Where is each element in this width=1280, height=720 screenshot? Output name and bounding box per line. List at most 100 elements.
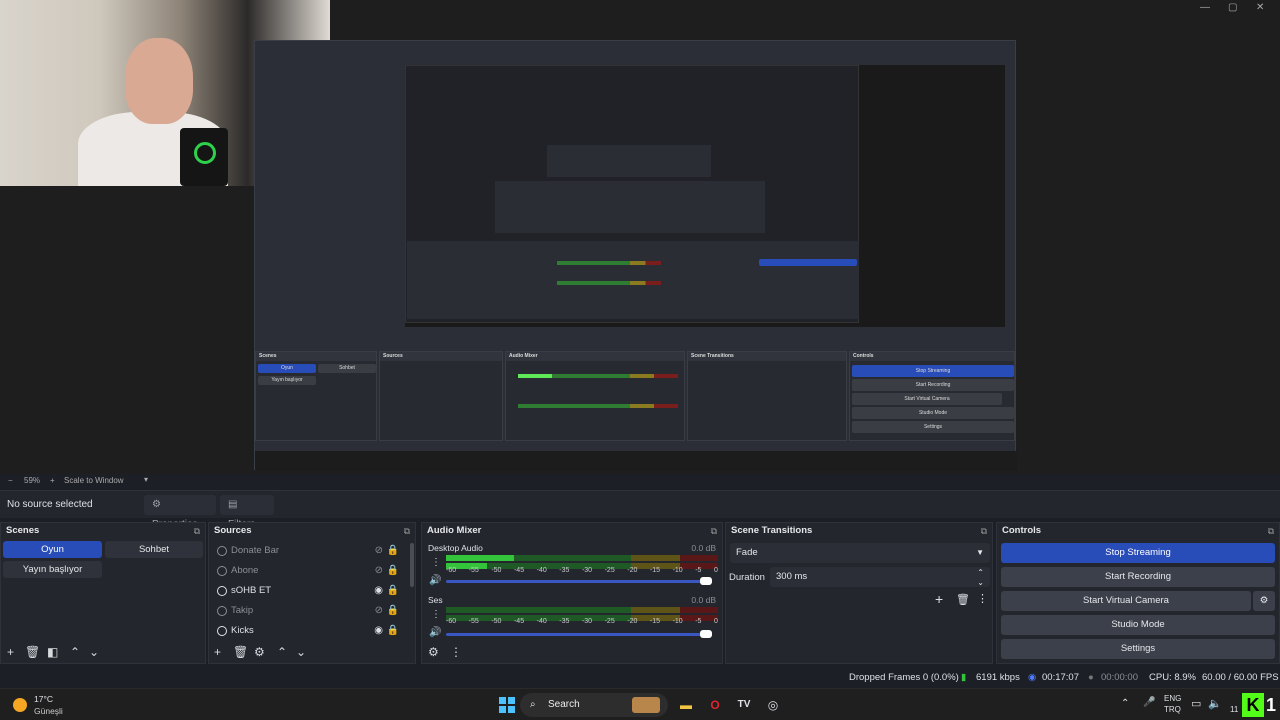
windows-start-icon[interactable] [498, 696, 516, 714]
eye-icon[interactable]: ◉ [374, 622, 383, 640]
gear-icon[interactable]: ⚙ [254, 645, 265, 659]
weather-desc[interactable]: Güneşli [34, 706, 63, 716]
zoom-mode-select[interactable]: Scale to Window [64, 476, 124, 485]
meter-tick: -20 [627, 618, 638, 625]
kebab-menu-icon[interactable]: ⋮ [431, 557, 441, 568]
trash-icon[interactable]: 🗑 [233, 645, 248, 659]
start-virtual-camera-button[interactable]: Start Virtual Camera [1001, 591, 1251, 611]
lock-icon[interactable]: 🔒 [387, 602, 399, 620]
eye-off-icon[interactable]: ⊘ [375, 562, 383, 580]
search-icon: ⌕ [530, 699, 536, 710]
gear-icon[interactable]: ⚙ [428, 645, 439, 659]
kebab-menu-icon[interactable]: ⋮ [977, 592, 988, 605]
source-row[interactable]: Takip ⊘ 🔒 [217, 602, 409, 620]
undock-icon[interactable]: ⧉ [1268, 523, 1274, 539]
scene-sohbet[interactable]: Sohbet [105, 541, 203, 558]
filters-button[interactable]: ▤ Filters [220, 495, 274, 530]
move-down-icon[interactable]: ⌄ [296, 645, 306, 659]
start-recording-button[interactable]: Start Recording [1001, 567, 1275, 587]
zoom-out-button[interactable]: − [8, 476, 13, 485]
speaker-icon[interactable]: 🔊 [429, 627, 441, 638]
undock-icon[interactable]: ⧉ [194, 523, 200, 539]
language-top[interactable]: ENG [1164, 694, 1181, 703]
source-row[interactable]: Abone ⊘ 🔒 [217, 562, 409, 580]
source-row[interactable]: Kicks ◉ 🔒 [217, 622, 409, 640]
eye-off-icon[interactable]: ⊘ [375, 542, 383, 560]
kebab-menu-icon[interactable]: ⋮ [450, 645, 462, 659]
source-row[interactable]: sOHB ET ◉ 🔒 [217, 582, 409, 600]
channel-name: Ses [428, 595, 443, 605]
undock-icon[interactable]: ⧉ [981, 523, 987, 539]
maximize-button[interactable]: ▢ [1228, 2, 1237, 13]
meter-tick: -35 [559, 618, 570, 625]
settings-button[interactable]: Settings [1001, 639, 1275, 659]
speaker-icon[interactable]: 🔊 [429, 575, 441, 586]
search-label: Search [548, 699, 580, 710]
lock-icon[interactable]: 🔒 [387, 622, 399, 640]
add-icon[interactable]: + [214, 645, 221, 659]
meter-ticks: -60 -55 -50 -45 -40 -35 -30 -25 -20 -15 -10 -5 0 [446, 618, 718, 625]
network-icon[interactable]: ▭ [1191, 697, 1201, 710]
chevron-up-icon[interactable]: ⌃ [1121, 698, 1129, 709]
taskbar-search[interactable]: ⌕ Search [520, 693, 668, 717]
volume-slider[interactable] [446, 577, 712, 585]
meter-tick: -15 [649, 567, 661, 574]
trash-icon[interactable]: 🗑 [25, 645, 40, 659]
source-toolbar: No source selected ⚙ Properties ▤ Filter… [0, 490, 1280, 530]
duration-spinbox[interactable]: 300 ms ⌃ ⌄ [770, 567, 990, 587]
undock-icon[interactable]: ⧉ [404, 523, 410, 539]
eye-off-icon[interactable]: ⊘ [375, 602, 383, 620]
eye-icon[interactable]: ◉ [374, 582, 383, 600]
lock-icon[interactable]: 🔒 [387, 562, 399, 580]
scene-oyun[interactable]: Oyun [3, 541, 102, 558]
move-up-icon[interactable]: ⌃ [277, 645, 287, 659]
meter-tick: -30 [581, 618, 593, 625]
virtual-camera-settings-button[interactable]: ⚙ [1253, 591, 1275, 611]
scrollbar[interactable] [410, 543, 414, 587]
volume-handle[interactable] [700, 577, 712, 585]
obs-icon[interactable]: ◎ [764, 696, 782, 714]
transition-select[interactable]: Fade ▼ [730, 543, 990, 563]
meter-tick: 0 [713, 567, 718, 574]
close-button[interactable]: ✕ [1256, 2, 1264, 13]
meter-tick: -50 [491, 567, 502, 574]
preview-canvas[interactable]: — ▢ ✕ Scenes Oyun Sohbet Yayın başlıyor … [0, 0, 1280, 474]
chevron-down-icon: ▼ [976, 548, 984, 557]
chevron-down-icon[interactable]: ⌄ [977, 573, 984, 593]
minimize-button[interactable]: — [1200, 2, 1210, 13]
trash-icon[interactable]: 🗑 [956, 593, 970, 606]
kebab-menu-icon[interactable]: ⋮ [431, 609, 441, 620]
volume-slider[interactable] [446, 630, 712, 638]
scene-yayin-basliyor[interactable]: Yayın başlıyor [3, 561, 102, 578]
move-down-icon[interactable]: ⌄ [89, 645, 99, 659]
stop-streaming-button[interactable]: Stop Streaming [1001, 543, 1275, 563]
meter-tick: -60 [446, 567, 457, 574]
volume-handle[interactable] [700, 630, 712, 638]
source-row[interactable]: Donate Bar ⊘ 🔒 [217, 542, 409, 560]
volume-icon[interactable]: 🔈 [1208, 697, 1222, 710]
microphone-icon[interactable]: 🎤 [1143, 697, 1155, 708]
properties-button[interactable]: ⚙ Properties [144, 495, 216, 530]
undock-icon[interactable]: ⧉ [711, 523, 717, 539]
source-name: sOHB ET [231, 585, 272, 596]
gear-icon: ⚙ [152, 499, 161, 510]
opera-icon[interactable]: O [706, 696, 724, 714]
add-icon[interactable]: + [7, 645, 14, 659]
weather-temp[interactable]: 17°C [34, 694, 53, 704]
add-icon[interactable]: + [935, 591, 943, 607]
lock-icon[interactable]: 🔒 [387, 542, 399, 560]
zoom-in-button[interactable]: + [50, 476, 55, 485]
filter-icon[interactable]: ◧ [47, 645, 58, 659]
move-up-icon[interactable]: ⌃ [70, 645, 80, 659]
chevron-down-icon[interactable]: ▾ [144, 475, 148, 484]
source-name: Takip [231, 605, 254, 616]
file-explorer-icon[interactable]: ▬ [677, 696, 695, 714]
lock-icon[interactable]: 🔒 [387, 582, 399, 600]
clock[interactable]: 11 [1230, 705, 1238, 714]
meter-fill [446, 555, 514, 561]
studio-mode-button[interactable]: Studio Mode [1001, 615, 1275, 635]
scene-transitions-title: Scene Transitions [731, 525, 813, 536]
gear-icon: ⚙ [1259, 595, 1269, 606]
language-bottom[interactable]: TRQ [1164, 705, 1181, 714]
tradingview-icon[interactable]: TV [735, 696, 753, 714]
